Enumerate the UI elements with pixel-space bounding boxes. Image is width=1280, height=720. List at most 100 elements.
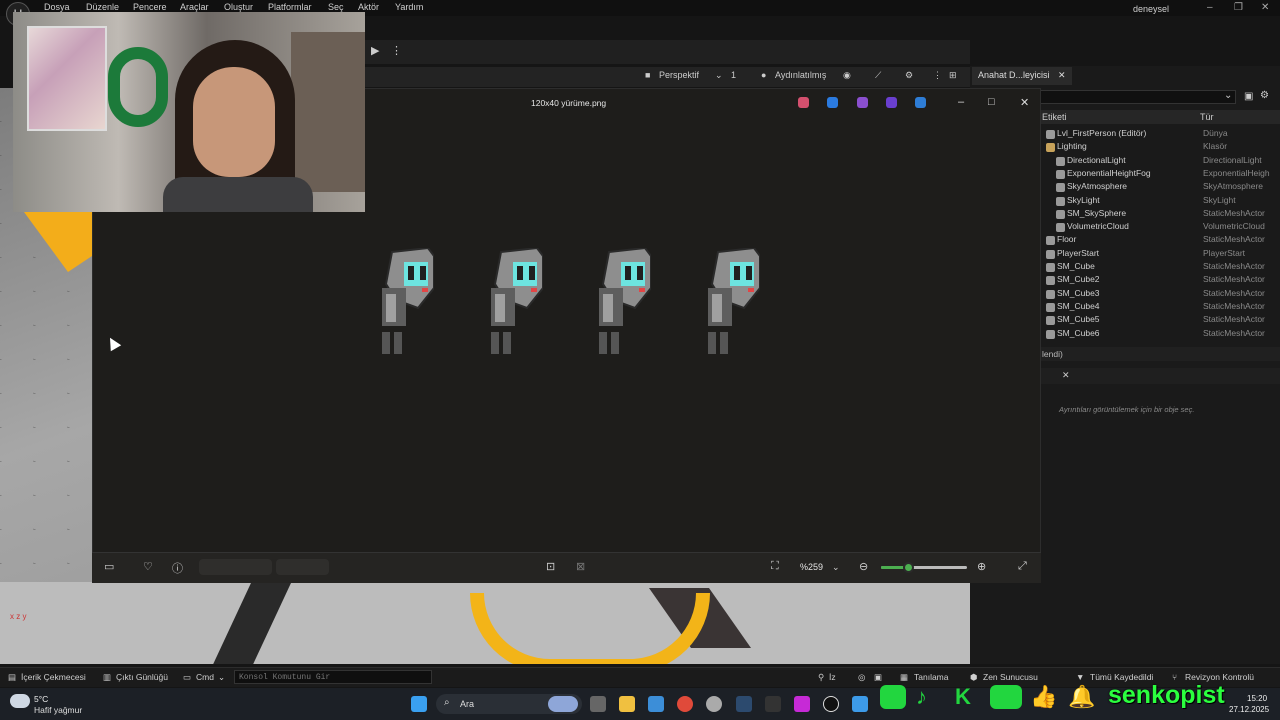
outliner-row[interactable]: Floor StaticMeshActor <box>1040 234 1272 247</box>
ocr-icon[interactable]: ⊡ <box>546 560 555 573</box>
weather-desc[interactable]: Hafif yağmur <box>34 705 82 715</box>
outliner-search-input[interactable] <box>1040 90 1236 104</box>
outliner-row[interactable]: SM_Cube StaticMeshActor <box>1040 261 1272 274</box>
content-drawer-button[interactable]: İçerik Çekmecesi <box>21 672 86 682</box>
maximize-icon[interactable]: ❐ <box>1234 2 1243 13</box>
outliner-row[interactable]: SM_Cube2 StaticMeshActor <box>1040 274 1272 287</box>
menu-tools[interactable]: Araçlar <box>180 2 209 12</box>
filter-chevron-icon[interactable]: ⌄ <box>1224 90 1232 101</box>
outliner-row[interactable]: DirectionalLight DirectionalLight <box>1040 155 1272 168</box>
close-tab-icon[interactable]: ✕ <box>1058 70 1066 80</box>
minimize-icon[interactable]: – <box>1207 2 1213 13</box>
clock-time[interactable]: 15:20 <box>1247 694 1267 703</box>
eye-icon[interactable]: ◉ <box>843 70 851 84</box>
viewport-toolbar: ▶ ⋮ <box>365 40 970 64</box>
record-icon[interactable]: ◎ <box>858 672 865 683</box>
outliner-row[interactable]: SM_Cube5 StaticMeshActor <box>1040 314 1272 327</box>
edit-icon[interactable] <box>827 97 838 108</box>
column-label[interactable]: Etiketi <box>1042 112 1067 122</box>
diagnostics-button[interactable]: Tanılama <box>914 672 949 682</box>
transform-icon[interactable]: ⟋ <box>875 70 881 84</box>
zoom-level[interactable]: %259 <box>800 562 823 572</box>
paint-icon[interactable] <box>857 97 868 108</box>
outliner-row[interactable]: SM_Cube3 StaticMeshActor <box>1040 288 1272 301</box>
outliner-row[interactable]: VolumetricCloud VolumetricCloud <box>1040 221 1272 234</box>
store-icon[interactable] <box>648 696 664 712</box>
chrome-icon[interactable] <box>677 696 693 712</box>
menu-create[interactable]: Oluştur <box>224 2 253 12</box>
search-highlight-icon[interactable] <box>548 696 578 712</box>
github-icon[interactable] <box>706 696 722 712</box>
menu-window[interactable]: Pencere <box>133 2 167 12</box>
filmstrip-icon[interactable]: ▭ <box>104 560 114 573</box>
play-icon[interactable]: ▶ <box>371 44 379 58</box>
lighting-dropdown[interactable]: Aydınlatılmış <box>775 70 826 84</box>
windows-start-icon[interactable] <box>411 696 427 712</box>
sprite-eye-right <box>745 266 752 280</box>
steam-icon[interactable] <box>736 696 752 712</box>
menu-select[interactable]: Seç <box>328 2 344 12</box>
outliner-row[interactable]: PlayerStart PlayerStart <box>1040 248 1272 261</box>
photos-minimize-icon[interactable]: – <box>958 96 964 108</box>
photos-maximize-icon[interactable]: □ <box>988 96 995 108</box>
column-type[interactable]: Tür <box>1200 112 1214 122</box>
copilot-icon[interactable] <box>798 97 809 108</box>
menu-platforms[interactable]: Platformlar <box>268 2 312 12</box>
zoom-chevron-icon[interactable]: ⌄ <box>832 562 840 573</box>
close-details-icon[interactable]: ✕ <box>1062 370 1070 381</box>
layout-icon[interactable]: ⊞ <box>949 70 957 84</box>
cmd-dropdown[interactable]: Cmd <box>196 672 214 682</box>
outliner-row[interactable]: Lvl_FirstPerson (Editör) Dünya <box>1040 128 1272 141</box>
tab-outliner[interactable]: Anahat D...leyicisi ✕ <box>972 67 1072 85</box>
camera-speed[interactable]: 1 <box>731 70 736 84</box>
heart-icon[interactable]: ♡ <box>143 560 153 573</box>
menu-help[interactable]: Yardım <box>395 2 423 12</box>
outliner-row[interactable]: SM_Cube6 StaticMeshActor <box>1040 328 1272 341</box>
output-log-button[interactable]: Çıktı Günlüğü <box>116 672 168 682</box>
perspective-dropdown[interactable]: Perspektif <box>659 70 699 84</box>
weather-icon[interactable] <box>10 694 30 708</box>
trace-button[interactable]: İz <box>829 672 836 682</box>
epic-games-icon[interactable] <box>765 696 781 712</box>
outliner-row[interactable]: Lighting Klasör <box>1040 141 1272 154</box>
unreal-taskbar-icon[interactable] <box>823 696 839 712</box>
outliner-row[interactable]: SkyAtmosphere SkyAtmosphere <box>1040 181 1272 194</box>
menu-actor[interactable]: Aktör <box>358 2 379 12</box>
app-icon[interactable] <box>794 696 810 712</box>
outliner-row[interactable]: SkyLight SkyLight <box>1040 195 1272 208</box>
fit-icon[interactable]: ⛶ <box>771 560 779 573</box>
weather-temp[interactable]: 5°C <box>34 694 48 704</box>
zoom-out-icon[interactable]: ⊖ <box>859 560 868 573</box>
outliner-row[interactable]: SM_Cube4 StaticMeshActor <box>1040 301 1272 314</box>
youtube-icon <box>990 685 1022 709</box>
clock-date[interactable]: 27.12.2025 <box>1229 705 1269 714</box>
zoom-in-icon[interactable]: ⊕ <box>977 560 986 573</box>
photos-taskbar-icon[interactable] <box>852 696 868 712</box>
clipchamp-icon[interactable] <box>886 97 897 108</box>
outliner-row[interactable]: ExponentialHeightFog ExponentialHeigh <box>1040 168 1272 181</box>
crop-icon[interactable]: ⊠ <box>576 560 585 573</box>
menu-file[interactable]: Dosya <box>44 2 70 12</box>
onedrive-icon[interactable] <box>915 97 926 108</box>
more-vertical-icon[interactable]: ⋮ <box>933 70 942 84</box>
close-icon[interactable]: ✕ <box>1261 2 1269 13</box>
gear-icon[interactable]: ⚙ <box>905 70 913 84</box>
add-folder-icon[interactable]: ▣ <box>1244 91 1253 102</box>
photos-close-icon[interactable]: ✕ <box>1020 96 1029 109</box>
sprite-eye-left <box>408 266 414 280</box>
wall-art-green <box>108 47 168 127</box>
info-icon[interactable]: ⓘ <box>172 560 183 576</box>
zen-server-button[interactable]: Zen Sunucusu <box>983 672 1038 682</box>
chevron-down-icon[interactable]: ⌄ <box>715 70 723 84</box>
file-explorer-icon[interactable] <box>619 696 635 712</box>
fullscreen-icon[interactable]: ⤢ <box>1018 560 1027 573</box>
screenshot-icon[interactable]: ▣ <box>874 672 882 683</box>
settings-icon[interactable]: ⚙ <box>1260 90 1269 101</box>
outliner-row-name: Lighting <box>1057 141 1087 152</box>
task-view-icon[interactable] <box>590 696 606 712</box>
console-input[interactable] <box>234 670 432 684</box>
more-icon[interactable]: ⋮ <box>391 44 402 58</box>
outliner-row[interactable]: SM_SkySphere StaticMeshActor <box>1040 208 1272 221</box>
menu-edit[interactable]: Düzenle <box>86 2 119 12</box>
cmd-chevron-icon[interactable]: ⌄ <box>218 672 225 683</box>
